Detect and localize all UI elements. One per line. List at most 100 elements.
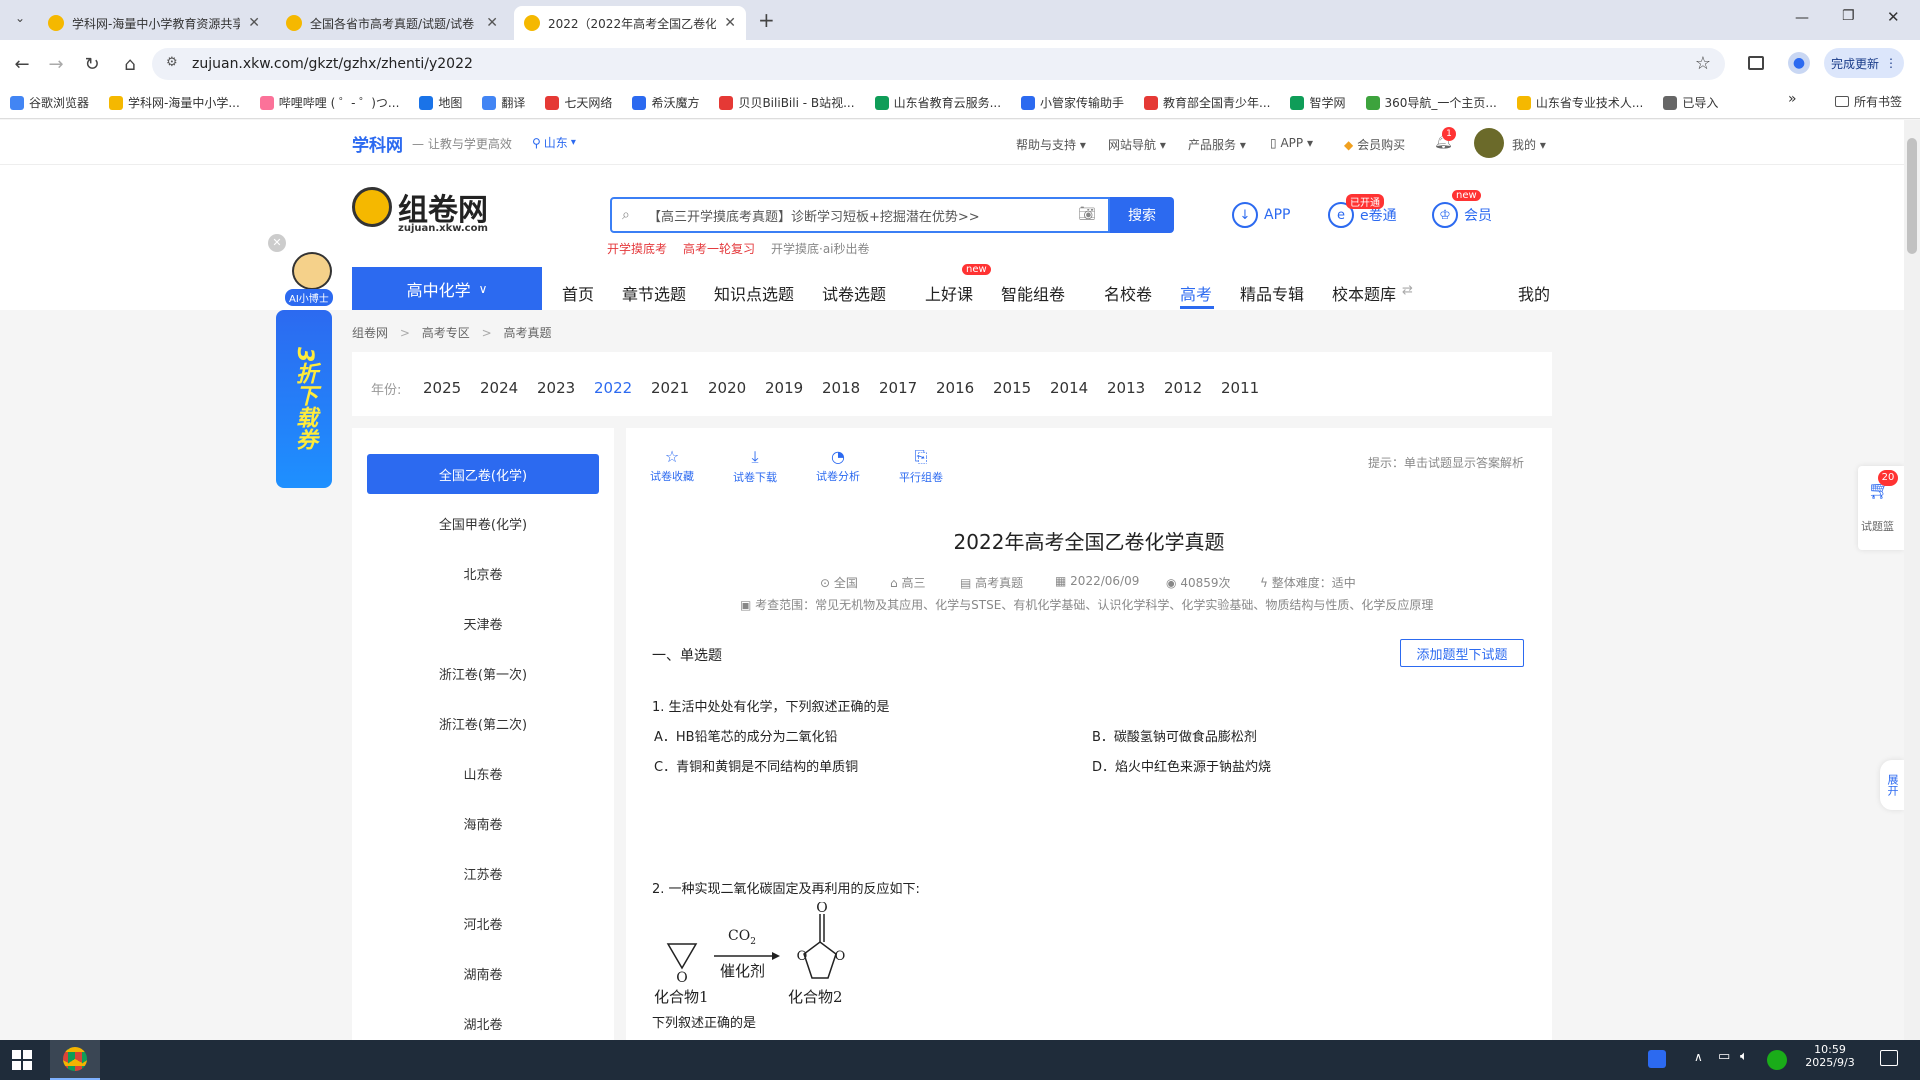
chrome-taskbar-button[interactable] bbox=[50, 1040, 100, 1080]
year-option[interactable]: 2017 bbox=[879, 379, 917, 397]
paper-item[interactable]: 湖北卷 bbox=[367, 1014, 599, 1033]
tab-search-icon[interactable]: ⌄ bbox=[6, 4, 34, 32]
clock[interactable]: 10:59 2025/9/3 bbox=[1800, 1043, 1860, 1069]
bookmark-star-icon[interactable]: ☆ bbox=[1695, 53, 1711, 74]
windows-start-icon[interactable] bbox=[12, 1050, 32, 1070]
nav-home[interactable]: 首页 bbox=[562, 281, 594, 305]
notification-center-icon[interactable] bbox=[1880, 1050, 1898, 1066]
network-icon[interactable]: ▭ bbox=[1718, 1049, 1730, 1064]
browser-tab-2[interactable]: 全国各省市高考真题/试题/试卷 ✕ bbox=[276, 6, 508, 40]
close-window-icon[interactable]: ✕ bbox=[1887, 8, 1900, 26]
wechat-icon[interactable] bbox=[1767, 1050, 1787, 1070]
close-tab-icon[interactable]: ✕ bbox=[486, 15, 498, 31]
back-icon[interactable]: ← bbox=[6, 48, 38, 80]
paper-item[interactable]: 河北卷 bbox=[367, 914, 599, 933]
nav-chapter[interactable]: 章节选题 bbox=[622, 281, 686, 305]
nav-gaokao[interactable]: 高考 bbox=[1180, 281, 1212, 305]
owl-logo-icon[interactable] bbox=[352, 187, 392, 227]
paper-item[interactable]: 浙江卷(第二次) bbox=[367, 714, 599, 733]
year-option[interactable]: 2023 bbox=[537, 379, 575, 397]
member-link[interactable]: ♔ 会员 bbox=[1432, 202, 1492, 228]
year-option[interactable]: 2014 bbox=[1050, 379, 1088, 397]
year-option-active[interactable]: 2022 bbox=[594, 379, 632, 397]
site-nav-link[interactable]: 网站导航 ▾ bbox=[1108, 136, 1166, 153]
bookmark-item[interactable]: 贝贝BiliBili - B站视... bbox=[719, 94, 855, 111]
nav-good-class[interactable]: 上好课 bbox=[925, 281, 973, 305]
bookmark-item[interactable]: 七天网络 bbox=[545, 94, 612, 111]
ai-assistant-label[interactable]: AI小博士 bbox=[285, 289, 333, 306]
paper-item[interactable]: 全国甲卷(化学) bbox=[367, 514, 599, 533]
scrollbar-thumb[interactable] bbox=[1907, 138, 1917, 254]
more-bookmarks-icon[interactable]: » bbox=[1788, 91, 1797, 107]
nav-smart[interactable]: 智能组卷 bbox=[1001, 281, 1065, 305]
add-questions-button[interactable]: 添加题型下试题 bbox=[1400, 639, 1524, 667]
bookmark-item[interactable]: 智学网 bbox=[1290, 94, 1346, 111]
year-option[interactable]: 2016 bbox=[936, 379, 974, 397]
search-button[interactable]: 搜索 bbox=[1110, 197, 1174, 233]
reload-icon[interactable]: ↻ bbox=[76, 48, 108, 80]
site-info-icon[interactable]: ⚙ bbox=[166, 55, 178, 70]
parallel-tool[interactable]: ⎘ 平行组卷 bbox=[891, 447, 951, 485]
update-button[interactable]: 完成更新 ⋮ bbox=[1824, 48, 1904, 78]
bookmark-item[interactable]: 希沃魔方 bbox=[632, 94, 699, 111]
bookmark-item[interactable]: 哔哩哔哩 ( ゜- ゜)つ... bbox=[259, 94, 399, 111]
nav-school-bank[interactable]: 校本题库 bbox=[1332, 281, 1396, 305]
expand-panel-button[interactable]: 展开 bbox=[1880, 760, 1904, 810]
products-link[interactable]: 产品服务 ▾ bbox=[1188, 136, 1246, 153]
browser-tab-1[interactable]: 学科网-海量中小学教育资源共享 ✕ bbox=[38, 6, 270, 40]
question-1[interactable]: 1. 生活中处处有化学，下列叙述正确的是 A．HB铅笔芯的成分为二氧化铅 B．碳… bbox=[652, 690, 1532, 840]
nav-papers[interactable]: 试卷选题 bbox=[822, 281, 886, 305]
avatar[interactable] bbox=[1474, 128, 1504, 158]
scrollbar[interactable] bbox=[1904, 120, 1920, 1040]
year-option[interactable]: 2018 bbox=[822, 379, 860, 397]
paper-item[interactable]: 湖南卷 bbox=[367, 964, 599, 983]
search-input[interactable]: ⌕ 【高三开学摸底考真题】诊断学习短板+挖掘潜在优势>> 📷︎ bbox=[610, 197, 1110, 233]
paper-item[interactable]: 江苏卷 bbox=[367, 864, 599, 883]
restore-icon[interactable]: ❐ bbox=[1842, 8, 1855, 24]
bookmark-item[interactable]: 学科网-海量中小学... bbox=[109, 94, 240, 111]
year-option[interactable]: 2020 bbox=[708, 379, 746, 397]
bookmark-item[interactable]: 山东省教育云服务... bbox=[874, 94, 1001, 111]
region-selector[interactable]: ⚲ 山东 ▾ bbox=[532, 134, 576, 151]
paper-item-active[interactable]: 全国乙卷(化学) bbox=[367, 454, 599, 494]
paper-item[interactable]: 北京卷 bbox=[367, 564, 599, 583]
app-download[interactable]: ↓ APP bbox=[1232, 202, 1290, 228]
user-menu[interactable]: 我的 ▾ bbox=[1512, 136, 1546, 153]
hot-word-3[interactable]: 开学摸底·ai秒出卷 bbox=[771, 240, 870, 257]
nav-special[interactable]: 精品专辑 bbox=[1240, 281, 1304, 305]
vip-buy-link[interactable]: ◆ 会员购买 bbox=[1344, 136, 1405, 153]
close-tab-icon[interactable]: ✕ bbox=[724, 15, 736, 31]
bookmark-item[interactable]: 360导航_一个主页... bbox=[1365, 94, 1497, 111]
nav-famous[interactable]: 名校卷 bbox=[1104, 281, 1152, 305]
tray-expand-icon[interactable]: ∧ bbox=[1694, 1050, 1703, 1064]
ai-owl-icon[interactable] bbox=[292, 252, 332, 290]
download-tool[interactable]: ⤓ 试卷下载 bbox=[725, 447, 785, 485]
paper-item[interactable]: 天津卷 bbox=[367, 614, 599, 633]
minimize-icon[interactable]: — bbox=[1795, 10, 1809, 26]
crumb-home[interactable]: 组卷网 bbox=[352, 326, 388, 340]
year-option[interactable]: 2025 bbox=[423, 379, 461, 397]
bookmark-item[interactable]: 小管家传输助手 bbox=[1021, 94, 1124, 111]
year-option[interactable]: 2015 bbox=[993, 379, 1031, 397]
side-panel-icon[interactable] bbox=[1748, 56, 1764, 70]
hot-word-1[interactable]: 开学摸底考 bbox=[607, 240, 667, 257]
forward-icon[interactable]: → bbox=[40, 48, 72, 80]
year-option[interactable]: 2019 bbox=[765, 379, 803, 397]
subject-selector[interactable]: 高中化学 ∨ bbox=[352, 267, 542, 310]
question-cart[interactable]: 🛒︎ 20 试题篮 bbox=[1858, 466, 1904, 550]
bookmark-item[interactable]: 山东省专业技术人... bbox=[1516, 94, 1643, 111]
year-option[interactable]: 2013 bbox=[1107, 379, 1145, 397]
paper-item[interactable]: 山东卷 bbox=[367, 764, 599, 783]
help-link[interactable]: 帮助与支持 ▾ bbox=[1016, 136, 1086, 153]
paper-item[interactable]: 海南卷 bbox=[367, 814, 599, 833]
volume-icon[interactable]: 🔈︎ bbox=[1740, 1049, 1748, 1064]
tray-app-icon[interactable] bbox=[1648, 1050, 1666, 1068]
profile-icon[interactable]: ● bbox=[1788, 52, 1810, 74]
all-bookmarks[interactable]: 所有书签 bbox=[1835, 93, 1902, 110]
paper-item[interactable]: 浙江卷(第一次) bbox=[367, 664, 599, 683]
year-option[interactable]: 2012 bbox=[1164, 379, 1202, 397]
bookmark-item[interactable]: 已导入 bbox=[1663, 94, 1718, 111]
year-option[interactable]: 2021 bbox=[651, 379, 689, 397]
bookmark-item[interactable]: 翻译 bbox=[482, 94, 525, 111]
nav-knowledge[interactable]: 知识点选题 bbox=[714, 281, 794, 305]
